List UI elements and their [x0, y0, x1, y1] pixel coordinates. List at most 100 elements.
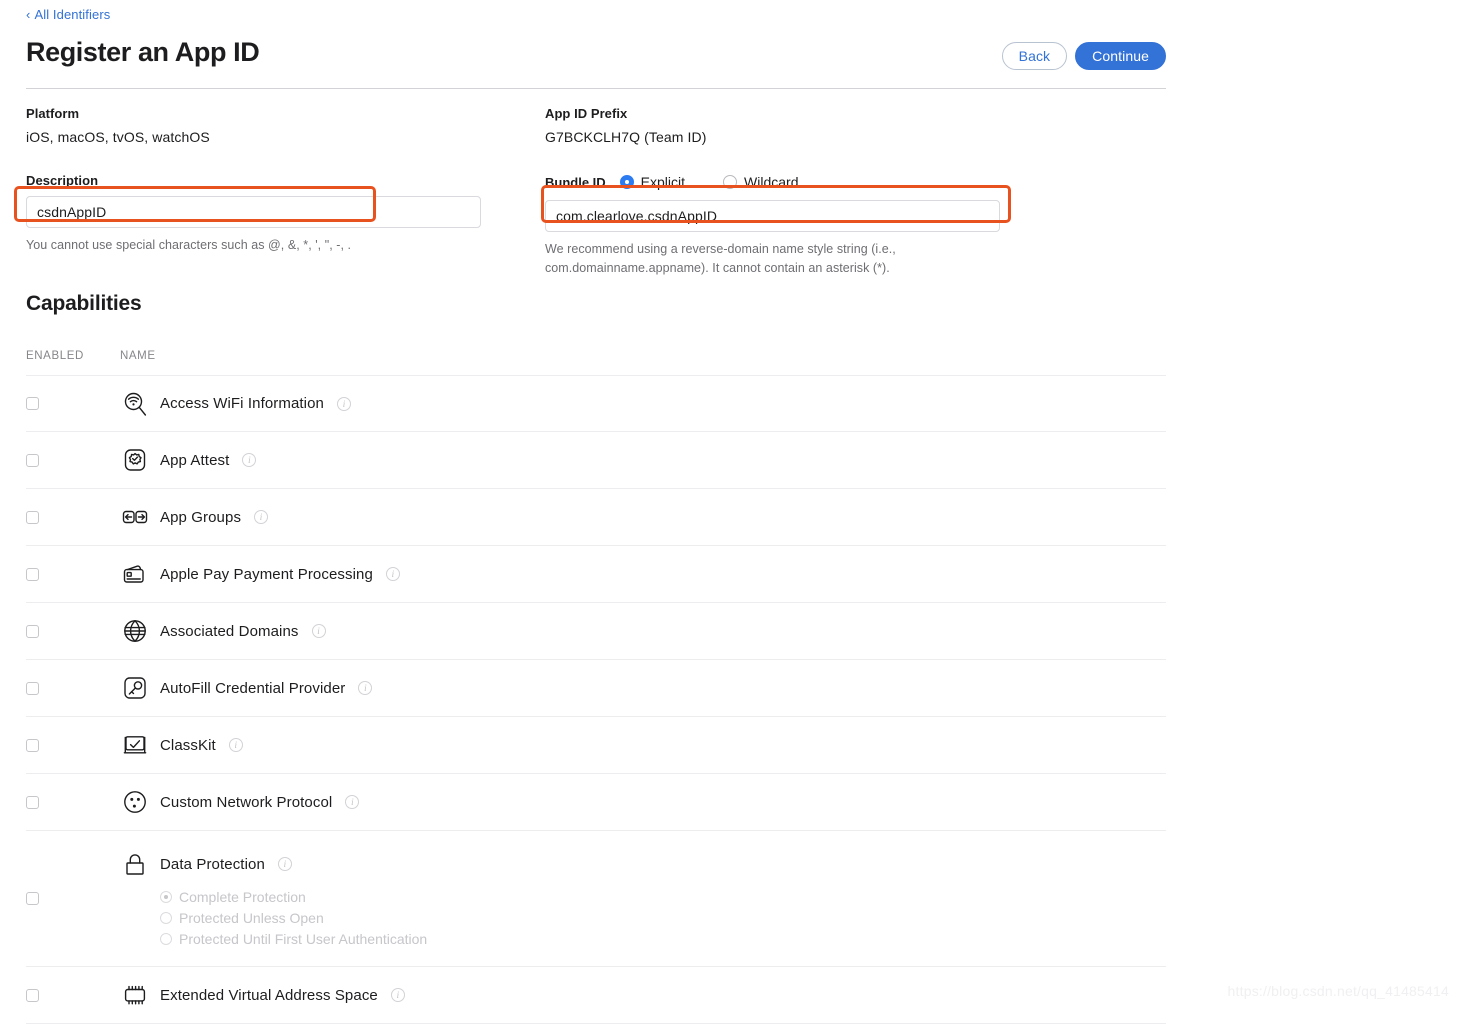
info-icon[interactable]: i — [311, 624, 326, 638]
bundle-id-radio-group: Bundle ID Explicit Wildcard — [545, 173, 1015, 191]
capability-cell: App Attest i — [120, 445, 1166, 475]
info-icon[interactable]: i — [254, 510, 269, 524]
capability-main: Custom Network Protocol i — [120, 787, 1166, 817]
capabilities-table-header: ENABLED NAME — [26, 350, 1166, 370]
table-row: Access WiFi Information i — [26, 375, 1166, 432]
info-icon[interactable]: i — [228, 738, 243, 752]
chip-icon — [120, 980, 150, 1010]
data-protection-option[interactable]: Complete Protection — [160, 887, 1166, 907]
capability-checkbox[interactable] — [26, 738, 39, 752]
capability-checkbox[interactable] — [26, 988, 39, 1002]
capability-checkbox[interactable] — [26, 453, 39, 467]
capability-checkbox[interactable] — [26, 892, 39, 905]
radio-icon[interactable] — [160, 891, 172, 903]
info-icon[interactable]: i — [277, 857, 292, 871]
app-id-prefix-label: App ID Prefix — [545, 106, 628, 121]
capability-cell: App Groups i — [120, 502, 1166, 532]
capability-name: App Groups — [160, 508, 242, 526]
capability-name: ClassKit — [160, 736, 216, 754]
capability-cell: Associated Domains i — [120, 616, 1166, 646]
radio-icon[interactable] — [160, 912, 172, 924]
enabled-cell — [26, 510, 120, 524]
description-label: Description — [26, 173, 99, 188]
app-groups-arrows-icon — [120, 502, 150, 532]
bundle-id-wildcard-option[interactable]: Wildcard — [723, 174, 799, 190]
capability-main: ClassKit i — [120, 730, 1166, 760]
enabled-cell — [26, 397, 120, 410]
bundle-id-explicit-label: Explicit — [640, 174, 686, 190]
bundle-id-wildcard-label: Wildcard — [744, 174, 799, 190]
capability-main: Associated Domains i — [120, 616, 1166, 646]
capability-cell: ClassKit i — [120, 730, 1166, 760]
info-icon[interactable]: i — [345, 795, 360, 809]
capability-name: AutoFill Credential Provider — [160, 679, 346, 697]
table-row: App Groups i — [26, 489, 1166, 546]
wifi-magnifier-icon — [120, 389, 150, 419]
data-protection-option[interactable]: Protected Unless Open — [160, 908, 1166, 928]
radio-icon[interactable] — [160, 933, 172, 945]
capabilities-title: Capabilities — [26, 292, 142, 315]
page-header: Register an App ID Back Continue — [0, 32, 1166, 87]
breadcrumb-all-identifiers[interactable]: ‹ All Identifiers — [26, 7, 110, 22]
register-app-id-page: ‹ All Identifiers Register an App ID Bac… — [0, 0, 1467, 1024]
capability-main: Extended Virtual Address Space i — [120, 980, 1166, 1010]
table-row: Apple Pay Payment Processing i — [26, 546, 1166, 603]
capability-name: Apple Pay Payment Processing — [160, 565, 373, 583]
capability-name: Access WiFi Information — [160, 395, 325, 412]
watermark: https://blog.csdn.net/qq_41485414 — [1227, 983, 1449, 999]
payment-cards-icon — [120, 559, 150, 589]
info-icon[interactable]: i — [358, 681, 373, 695]
capability-checkbox[interactable] — [26, 567, 39, 581]
enabled-cell — [26, 988, 120, 1002]
bundle-id-input[interactable] — [545, 200, 1000, 232]
platform-label: Platform — [26, 106, 80, 121]
bundle-id-label: Bundle ID — [545, 174, 606, 190]
globe-icon — [120, 616, 150, 646]
table-row: Data Protection i Complete Protection Prote… — [26, 831, 1166, 967]
network-nodes-icon — [120, 787, 150, 817]
classkit-board-icon — [120, 730, 150, 760]
enabled-cell — [26, 795, 120, 809]
chevron-left-icon: ‹ — [26, 7, 31, 22]
capability-checkbox[interactable] — [26, 681, 39, 695]
capability-name: Extended Virtual Address Space — [160, 986, 378, 1004]
info-icon[interactable]: i — [242, 453, 257, 467]
capability-checkbox[interactable] — [26, 624, 39, 638]
table-row: Custom Network Protocol i — [26, 774, 1166, 831]
data-protection-option-label: Complete Protection — [179, 889, 306, 905]
capability-name: Associated Domains — [160, 622, 299, 640]
capability-checkbox[interactable] — [26, 795, 39, 809]
capability-cell: Custom Network Protocol i — [120, 787, 1166, 817]
capability-checkbox[interactable] — [26, 397, 39, 410]
capability-main: Data Protection i — [120, 849, 1166, 879]
capability-cell: Extended Virtual Address Space i — [120, 980, 1166, 1010]
radio-explicit-icon[interactable] — [619, 175, 634, 189]
back-button[interactable]: Back — [1001, 42, 1068, 70]
capability-main: AutoFill Credential Provider i — [120, 673, 1166, 703]
breadcrumb-label: All Identifiers — [34, 7, 111, 22]
continue-button[interactable]: Continue — [1075, 42, 1166, 70]
data-protection-options: Complete Protection Protected Unless Open… — [160, 887, 1166, 950]
table-row: Extended Virtual Address Space i — [26, 967, 1166, 1024]
app-id-prefix-value: G7BCKCLH7Q (Team ID) — [545, 129, 707, 145]
info-icon[interactable]: i — [385, 567, 400, 581]
data-protection-option[interactable]: Protected Until First User Authenticatio… — [160, 929, 1166, 949]
page-title: Register an App ID — [26, 37, 260, 67]
enabled-cell — [26, 567, 120, 581]
table-row: Associated Domains i — [26, 603, 1166, 660]
lock-icon — [120, 849, 150, 879]
column-header-name: NAME — [120, 350, 156, 362]
capabilities-list: Access WiFi Information i App Attest i App G… — [26, 375, 1166, 1024]
header-actions: Back Continue — [1001, 42, 1166, 70]
radio-wildcard-icon[interactable] — [723, 175, 738, 189]
capability-checkbox[interactable] — [26, 510, 39, 524]
capability-cell: Data Protection i Complete Protection Prote… — [120, 831, 1166, 966]
info-icon[interactable]: i — [390, 988, 405, 1002]
key-square-icon — [120, 673, 150, 703]
bundle-id-explicit-option[interactable]: Explicit — [619, 174, 686, 190]
capability-cell: AutoFill Credential Provider i — [120, 673, 1166, 703]
info-icon[interactable]: i — [337, 396, 352, 411]
capability-cell: Apple Pay Payment Processing i — [120, 559, 1166, 589]
table-row: AutoFill Credential Provider i — [26, 660, 1166, 717]
description-input[interactable] — [26, 196, 481, 228]
